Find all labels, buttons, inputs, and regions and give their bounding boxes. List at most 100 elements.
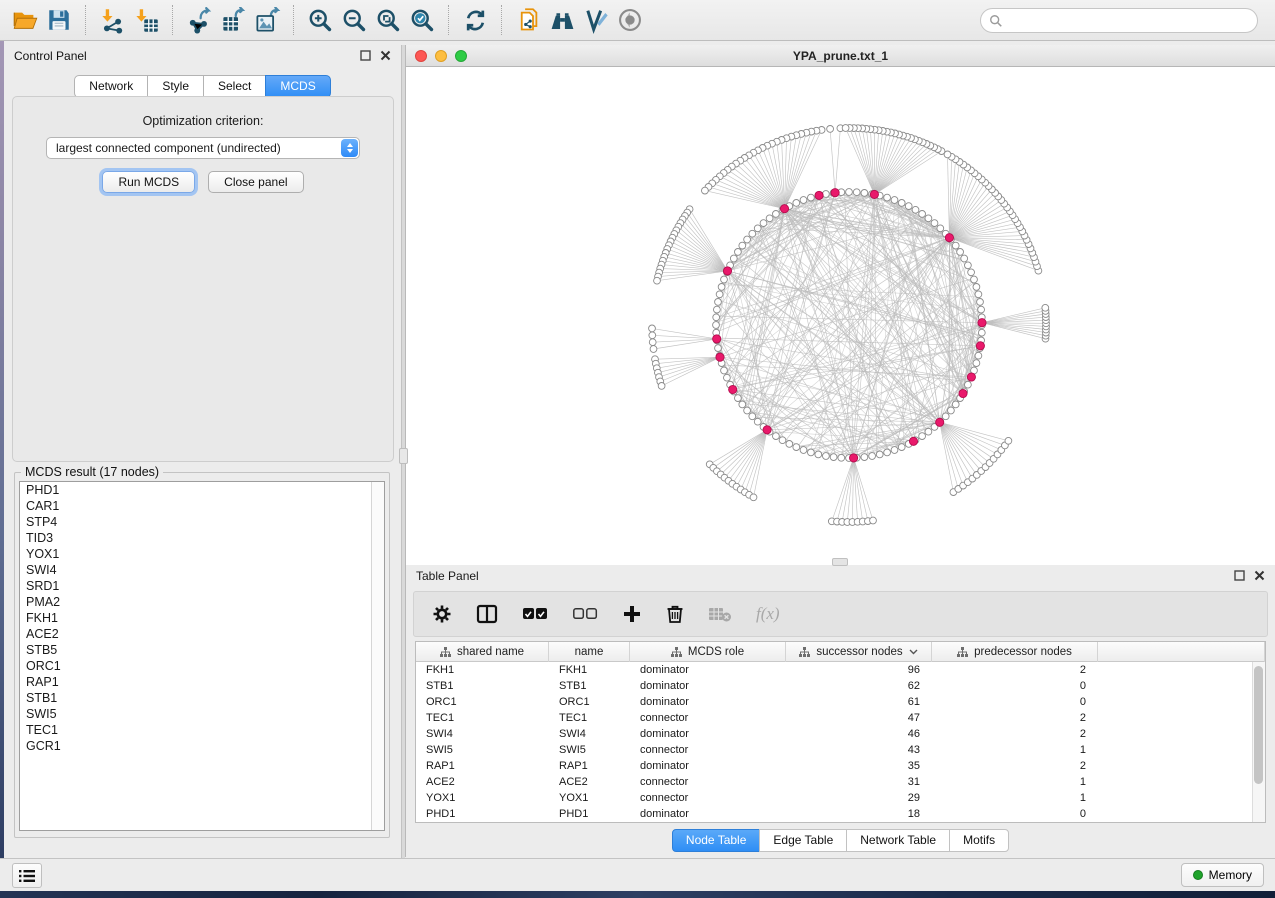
minimize-window-light[interactable] — [435, 50, 447, 62]
criterion-dropdown[interactable]: largest connected component (undirected) — [46, 137, 360, 159]
table-scrollbar-thumb[interactable] — [1254, 666, 1263, 784]
tab-select[interactable]: Select — [203, 75, 266, 98]
network-node[interactable] — [884, 449, 891, 456]
delete-column-button[interactable] — [666, 604, 684, 624]
mcds-node[interactable] — [967, 373, 975, 381]
show-graphics-details-button[interactable] — [613, 4, 647, 36]
table-row[interactable]: SWI4SWI4dominator462 — [416, 726, 1265, 742]
table-row[interactable]: YOX1YOX1connector291 — [416, 790, 1265, 806]
network-node[interactable] — [952, 401, 959, 408]
mcds-node[interactable] — [763, 426, 771, 434]
network-node[interactable] — [971, 276, 978, 283]
network-leaf-node[interactable] — [650, 346, 657, 353]
network-node[interactable] — [861, 454, 868, 461]
network-graph[interactable] — [406, 67, 1274, 564]
create-column-button[interactable] — [622, 604, 642, 624]
network-node[interactable] — [952, 242, 959, 249]
search-input[interactable] — [1003, 11, 1257, 31]
mcds-node[interactable] — [831, 189, 839, 197]
table-row[interactable]: ORC1ORC1dominator610 — [416, 694, 1265, 710]
network-leaf-node[interactable] — [944, 151, 951, 158]
network-node[interactable] — [968, 269, 975, 276]
mcds-result-item[interactable]: FKH1 — [20, 610, 384, 626]
network-node[interactable] — [749, 413, 756, 420]
mcds-result-item[interactable]: PMA2 — [20, 594, 384, 610]
network-node[interactable] — [766, 215, 773, 222]
network-node[interactable] — [869, 453, 876, 460]
network-node[interactable] — [861, 190, 868, 197]
column-header-name[interactable]: name — [549, 642, 630, 662]
float-window-icon[interactable] — [360, 50, 371, 61]
network-leaf-node[interactable] — [649, 339, 656, 346]
import-network-button[interactable] — [95, 4, 129, 36]
network-node[interactable] — [876, 451, 883, 458]
network-leaf-node[interactable] — [658, 383, 665, 390]
network-node[interactable] — [948, 407, 955, 414]
network-search-button[interactable] — [545, 4, 579, 36]
table-row[interactable]: FKH1FKH1dominator962 — [416, 662, 1265, 678]
network-node[interactable] — [724, 374, 731, 381]
network-leaf-node[interactable] — [654, 277, 661, 284]
network-leaf-node[interactable] — [842, 125, 849, 132]
table-row[interactable]: STB1STB1dominator620 — [416, 678, 1265, 694]
run-mcds-button[interactable]: Run MCDS — [102, 171, 195, 193]
network-node[interactable] — [891, 197, 898, 204]
mcds-result-item[interactable]: SRD1 — [20, 578, 384, 594]
tab-style[interactable]: Style — [147, 75, 204, 98]
mcds-result-item[interactable]: PHD1 — [20, 482, 384, 498]
export-network-button[interactable] — [182, 4, 216, 36]
network-node[interactable] — [744, 236, 751, 243]
column-header-MCDS-role[interactable]: MCDS role — [630, 642, 786, 662]
network-node[interactable] — [773, 433, 780, 440]
mcds-node[interactable] — [909, 437, 917, 445]
network-node[interactable] — [977, 299, 984, 306]
select-all-columns-button[interactable] — [522, 607, 548, 621]
network-node[interactable] — [808, 194, 815, 201]
table-row[interactable]: PHD1PHD1dominator180 — [416, 806, 1265, 822]
mcds-node[interactable] — [976, 342, 984, 350]
tab-network[interactable]: Network — [74, 75, 148, 98]
mcds-node[interactable] — [978, 319, 986, 327]
mcds-result-item[interactable]: RAP1 — [20, 674, 384, 690]
mcds-result-item[interactable]: STB5 — [20, 642, 384, 658]
network-node[interactable] — [975, 291, 982, 298]
network-node[interactable] — [793, 444, 800, 451]
network-node[interactable] — [739, 401, 746, 408]
network-node[interactable] — [800, 447, 807, 454]
network-node[interactable] — [937, 225, 944, 232]
column-header-successor-nodes[interactable]: successor nodes — [786, 642, 932, 662]
tab-node-table[interactable]: Node Table — [672, 829, 761, 852]
mcds-node[interactable] — [723, 267, 731, 275]
network-node[interactable] — [823, 453, 830, 460]
network-node[interactable] — [942, 413, 949, 420]
mcds-node[interactable] — [780, 205, 788, 213]
table-row[interactable]: SWI5SWI5connector431 — [416, 742, 1265, 758]
mcds-node[interactable] — [870, 190, 878, 198]
network-node[interactable] — [793, 200, 800, 207]
network-node[interactable] — [760, 220, 767, 227]
network-node[interactable] — [912, 206, 919, 213]
network-node[interactable] — [715, 345, 722, 352]
network-node[interactable] — [925, 428, 932, 435]
network-node[interactable] — [786, 441, 793, 448]
export-table-button[interactable] — [216, 4, 250, 36]
open-file-button[interactable] — [8, 4, 42, 36]
network-node[interactable] — [973, 360, 980, 367]
network-node[interactable] — [965, 262, 972, 269]
close-panel-icon[interactable] — [380, 50, 391, 61]
network-node[interactable] — [931, 220, 938, 227]
network-node[interactable] — [718, 284, 725, 291]
network-canvas[interactable] — [406, 67, 1274, 564]
mcds-result-item[interactable]: TEC1 — [20, 722, 384, 738]
network-node[interactable] — [898, 444, 905, 451]
network-node[interactable] — [815, 451, 822, 458]
tab-network-table[interactable]: Network Table — [846, 829, 950, 852]
zoom-fit-button[interactable] — [371, 4, 405, 36]
mcds-result-item[interactable]: ORC1 — [20, 658, 384, 674]
copy-network-button[interactable] — [511, 4, 545, 36]
horizontal-splitter-handle[interactable] — [832, 558, 848, 566]
network-node[interactable] — [919, 433, 926, 440]
network-leaf-node[interactable] — [870, 517, 877, 524]
mcds-node[interactable] — [729, 385, 737, 393]
network-node[interactable] — [891, 447, 898, 454]
